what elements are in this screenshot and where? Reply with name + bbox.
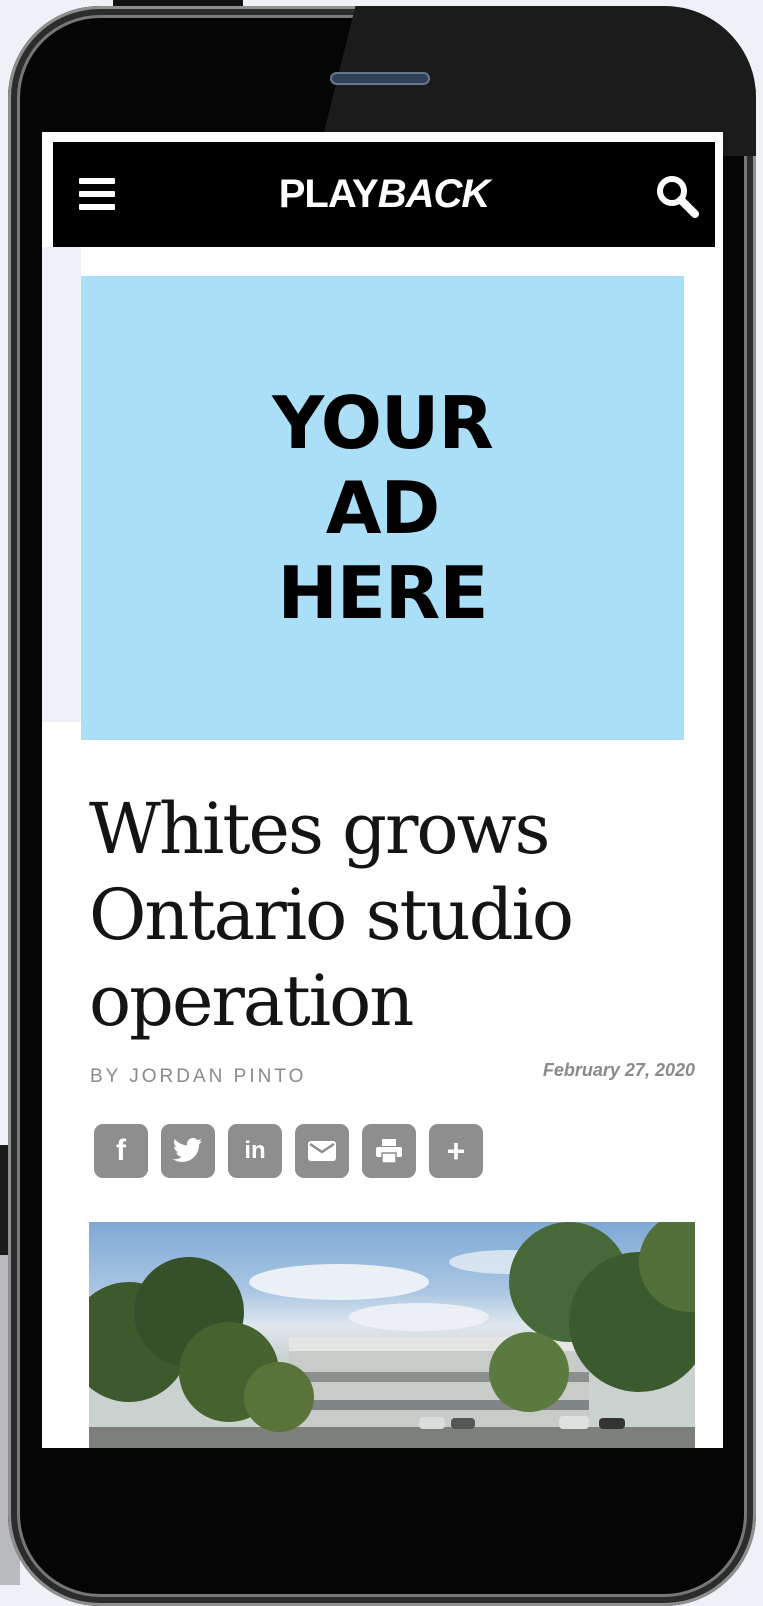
twitter-icon xyxy=(173,1138,202,1162)
article-date: February 27, 2020 xyxy=(542,1060,695,1080)
logo-italic-text: BACK xyxy=(377,172,491,216)
email-share-button[interactable] xyxy=(295,1124,349,1178)
phone-mockup: PLAYBACK YOUR AD HERE Whites grows Ontar… xyxy=(8,6,756,1606)
ad-text: YOUR AD HERE xyxy=(272,380,494,635)
phone-screen: PLAYBACK YOUR AD HERE Whites grows Ontar… xyxy=(42,132,723,1448)
more-share-button[interactable]: + xyxy=(429,1124,483,1178)
search-icon[interactable] xyxy=(653,172,701,220)
email-icon xyxy=(308,1141,336,1161)
linkedin-share-button[interactable]: in xyxy=(228,1124,282,1178)
site-header: PLAYBACK xyxy=(53,142,715,247)
print-icon xyxy=(376,1139,402,1163)
share-buttons: f in + xyxy=(94,1124,483,1178)
article-photo xyxy=(89,1222,695,1448)
facebook-share-button[interactable]: f xyxy=(94,1124,148,1178)
ad-banner[interactable]: YOUR AD HERE xyxy=(81,276,684,740)
article-byline[interactable]: BY JORDAN PINTO xyxy=(90,1066,306,1088)
site-logo[interactable]: PLAYBACK xyxy=(53,172,715,217)
left-gutter xyxy=(42,247,81,722)
linkedin-icon: in xyxy=(244,1137,266,1164)
print-share-button[interactable] xyxy=(362,1124,416,1178)
logo-bold-text: PLAY xyxy=(278,172,379,216)
twitter-share-button[interactable] xyxy=(161,1124,215,1178)
facebook-icon: f xyxy=(116,1134,126,1167)
article-headline: Whites grows Ontario studio operation xyxy=(89,788,574,1042)
phone-speaker xyxy=(330,72,430,85)
plus-icon: + xyxy=(446,1132,466,1169)
